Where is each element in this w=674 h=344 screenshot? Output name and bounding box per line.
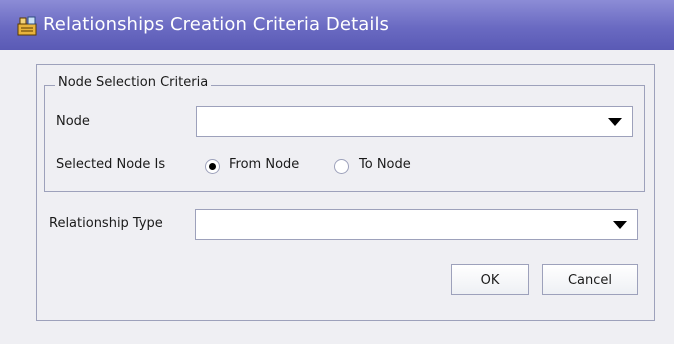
window-titlebar: Relationships Creation Criteria Details <box>0 0 674 50</box>
ok-button[interactable]: OK <box>451 264 529 295</box>
window-title: Relationships Creation Criteria Details <box>43 14 390 35</box>
relationship-type-label: Relationship Type <box>49 216 163 231</box>
node-selection-groupbox <box>44 85 645 192</box>
from-node-label[interactable]: From Node <box>229 157 299 172</box>
relationship-criteria-icon <box>17 16 37 36</box>
selected-node-label: Selected Node Is <box>56 157 166 172</box>
node-label: Node <box>56 114 90 129</box>
from-node-radio[interactable] <box>205 159 220 174</box>
chevron-down-icon[interactable] <box>608 118 622 126</box>
node-selection-legend: Node Selection Criteria <box>55 75 212 90</box>
to-node-radio[interactable] <box>334 159 349 174</box>
radio-selected-dot <box>209 163 216 170</box>
node-dropdown[interactable] <box>196 106 633 137</box>
chevron-down-icon[interactable] <box>613 221 627 229</box>
relationship-type-dropdown[interactable] <box>195 209 638 240</box>
to-node-label[interactable]: To Node <box>359 157 411 172</box>
cancel-button[interactable]: Cancel <box>542 264 638 295</box>
